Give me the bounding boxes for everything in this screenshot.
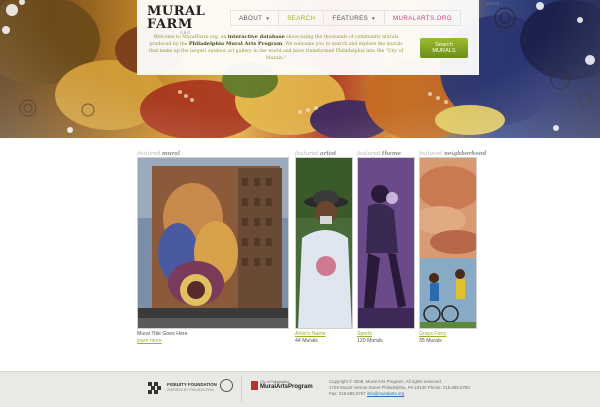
featured-neighborhood-image[interactable] bbox=[419, 157, 477, 329]
search-button-line2: MURALS bbox=[432, 47, 456, 54]
footer-fax-email: Fax: 215.685.0757 info@muralarts.org bbox=[329, 391, 405, 396]
featured-artist-count: 44 Murals bbox=[295, 338, 318, 344]
search-murals-button[interactable]: Search MURALS bbox=[420, 38, 468, 58]
chevron-down-icon: ▼ bbox=[265, 15, 271, 21]
header-panel: MURAL FARM ORG ABOUT ▼ SEARCH FEATURES ▼… bbox=[137, 0, 479, 75]
nav-muralarts-label: MURALARTS.ORG bbox=[392, 14, 453, 22]
logo-title: MURAL FARM bbox=[147, 4, 206, 32]
footer-email-link[interactable]: info@muralarts.org bbox=[367, 391, 404, 396]
city-flag-icon bbox=[251, 381, 258, 390]
utility-search-link[interactable]: search bbox=[486, 1, 500, 9]
featured-mural-learn-more-link[interactable]: learn more bbox=[137, 338, 162, 344]
nav-features[interactable]: FEATURES ▼ bbox=[323, 11, 384, 25]
featured-mural-title: Mural Title Goes Here bbox=[137, 331, 188, 337]
mural-photo bbox=[138, 158, 288, 328]
mural-arts-program-logo[interactable]: MuralArtsProgram bbox=[260, 384, 313, 390]
fiskeity-logo[interactable] bbox=[148, 381, 164, 399]
nav-search-label: SEARCH bbox=[287, 14, 316, 22]
nav-muralarts[interactable]: MURALARTS.ORG bbox=[383, 11, 462, 25]
footer-divider bbox=[241, 376, 242, 402]
fiskeity-icon bbox=[148, 382, 161, 394]
site-logo[interactable]: MURAL FARM ORG bbox=[147, 5, 227, 35]
fiskeity-name: FISEUITY FOUNDATION bbox=[167, 382, 217, 387]
neighborhood-photo bbox=[420, 158, 476, 328]
nav-features-label: FEATURES bbox=[332, 14, 369, 22]
featured-theme-count: 120 Murals bbox=[357, 338, 383, 344]
featured-mural-image[interactable] bbox=[137, 157, 289, 329]
footer: FISEUITY FOUNDATION INSPIRED BY PHILADEL… bbox=[0, 371, 600, 407]
featured-theme-image[interactable] bbox=[357, 157, 415, 329]
featured-neighborhood-count: 35 Murals bbox=[419, 338, 442, 344]
nav-about[interactable]: ABOUT ▼ bbox=[230, 11, 278, 25]
featured-theme-name-link[interactable]: Sports bbox=[357, 331, 372, 337]
theme-photo bbox=[358, 158, 414, 328]
seal-icon bbox=[220, 379, 233, 392]
chevron-down-icon: ▼ bbox=[371, 15, 376, 21]
featured-artist-name-link[interactable]: Artist's Name bbox=[295, 331, 326, 337]
nav-about-label: ABOUT bbox=[239, 14, 263, 22]
featured-neighborhood-name-link[interactable]: Grays Ferry bbox=[419, 331, 446, 337]
featured-artist-image[interactable] bbox=[295, 157, 353, 329]
nav-search[interactable]: SEARCH bbox=[278, 11, 323, 25]
main-nav: ABOUT ▼ SEARCH FEATURES ▼ MURALARTS.ORG bbox=[230, 10, 462, 26]
welcome-text: Welcome to MuralFarm.org, an interactive… bbox=[148, 34, 404, 62]
fiskeity-tagline: INSPIRED BY PHILADELPHIA bbox=[167, 388, 214, 392]
footer-contact: Copyright © 2008, Mural Arts Program. Al… bbox=[329, 379, 479, 397]
artist-photo bbox=[296, 158, 352, 328]
